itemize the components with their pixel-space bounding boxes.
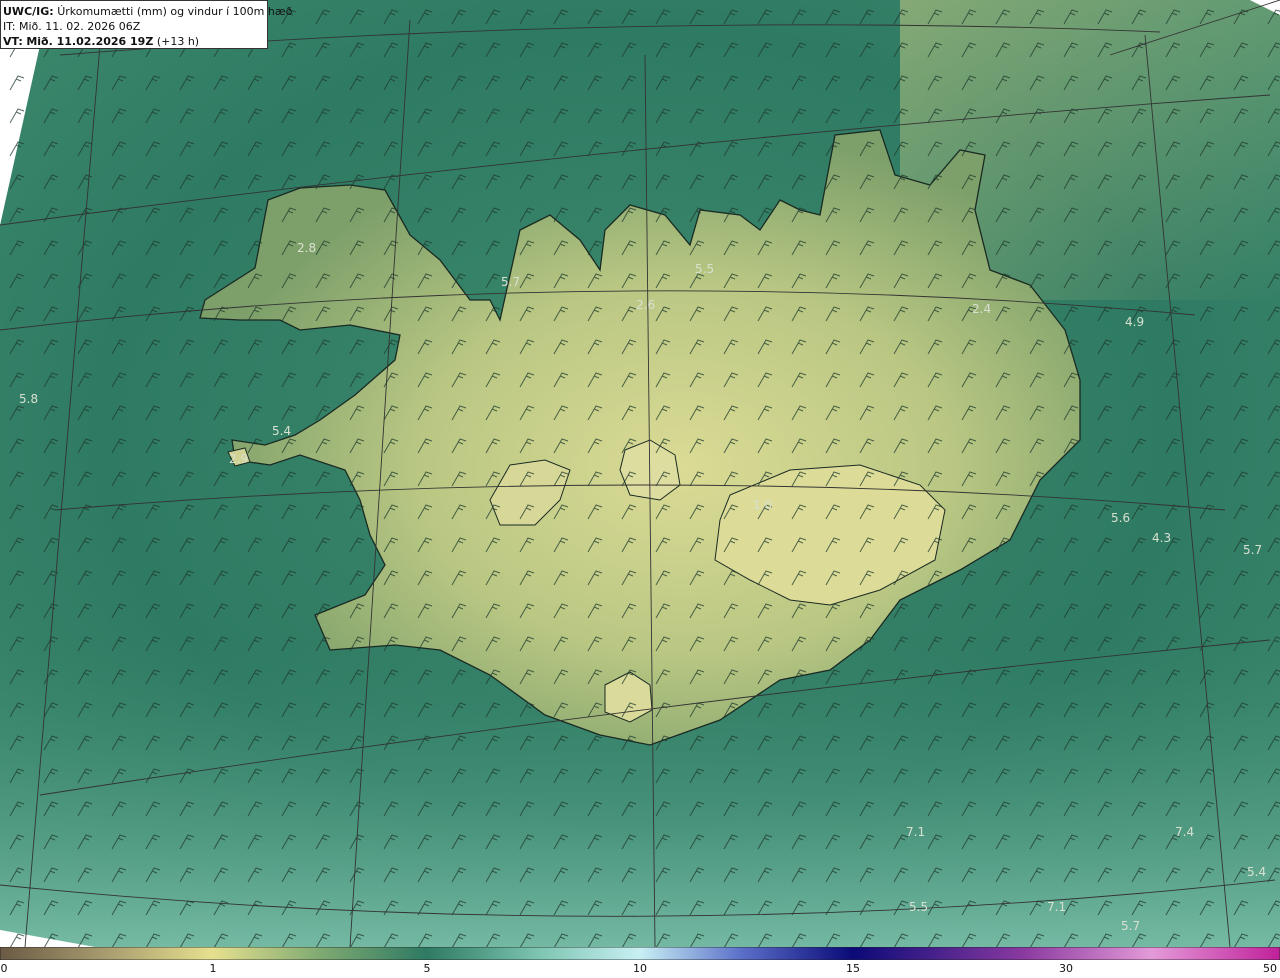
point-value: 5.4: [1247, 865, 1266, 879]
colorbar-label: 10: [633, 962, 647, 975]
map-info-box: UWC/IG: Úrkomumætti (mm) og vindur í 100…: [0, 0, 292, 49]
point-value: 4.9: [1125, 315, 1144, 329]
model-name: UWC/IG:: [3, 5, 54, 18]
colorbar-label: 15: [846, 962, 860, 975]
point-value: 5.7: [1243, 543, 1262, 557]
initial-time: IT: Mið. 11. 02. 2026 06Z: [3, 20, 141, 33]
point-value: 4.3: [1152, 531, 1171, 545]
point-value: 5.4: [272, 424, 291, 438]
colorbar: [0, 947, 1280, 960]
point-value: 5.7: [1121, 919, 1140, 933]
point-value: 5.6: [1111, 511, 1130, 525]
valid-time-value: Mið. 11.02.2026 19Z: [26, 35, 154, 48]
forecast-lead: (+13 h): [156, 35, 200, 48]
point-value: 5.5: [695, 262, 714, 276]
field-description: Úrkomumætti (mm) og vindur í 100m hæð: [57, 5, 293, 18]
point-value: 2.4: [972, 302, 991, 316]
wind-barbs: [0, 0, 1280, 947]
point-value: 5.7: [501, 275, 520, 289]
point-value: 7.4: [1175, 825, 1194, 839]
point-value: 7.1: [906, 825, 925, 839]
valid-time-prefix: VT:: [3, 35, 23, 48]
colorbar-labels: 0 1 5 10 15 30 50: [0, 962, 1280, 978]
point-value: 1.0: [753, 498, 772, 512]
point-value: 2.8: [297, 241, 316, 255]
colorbar-label: 1: [209, 962, 217, 975]
point-value: 5.8: [19, 392, 38, 406]
weather-map: 2.8 5.7 5.5 2.6 2.4 4.9 5.8 5.4 2.9 1.0 …: [0, 0, 1280, 947]
valid-time: VT: Mið. 11.02.2026 19Z (+13 h): [3, 34, 265, 49]
point-value: 5.5: [909, 900, 928, 914]
colorbar-label: 5: [423, 962, 431, 975]
point-value: 7.1: [1047, 900, 1066, 914]
map-title: UWC/IG: Úrkomumætti (mm) og vindur í 100…: [3, 4, 292, 19]
point-value: 2.9: [229, 452, 248, 466]
colorbar-gradient: [0, 947, 1280, 960]
colorbar-label: 30: [1059, 962, 1073, 975]
point-value: 2.6: [636, 298, 655, 312]
colorbar-label: 0: [0, 962, 8, 975]
colorbar-label: 50: [1263, 962, 1277, 975]
